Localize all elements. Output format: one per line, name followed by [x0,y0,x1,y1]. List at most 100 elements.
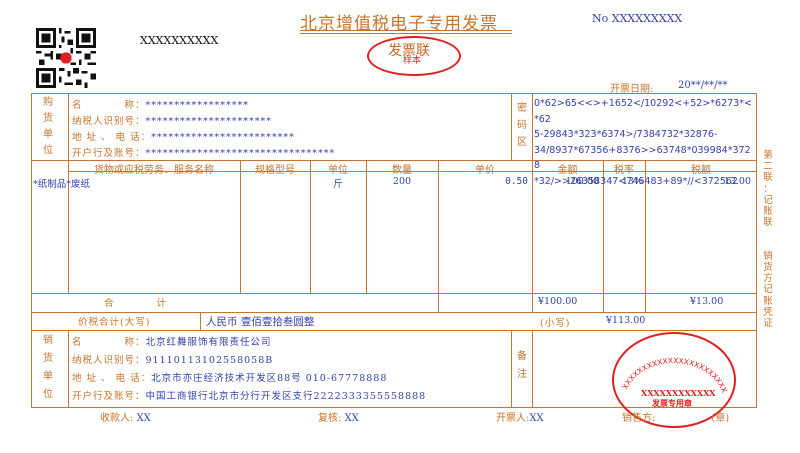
drawer-label: 开票人: [496,413,530,424]
qr-code-icon [36,28,96,88]
item-name: *纸制品*废纸 [33,179,91,190]
date-value: 20**/**/** [678,80,728,91]
col-header-unit: 单位 [328,165,348,176]
invoice-number: No XXXXXXXXX [592,12,682,25]
drawer-value: XX [529,413,544,424]
seller-name-label: 名 称： [72,337,146,348]
cipher-side-label: 密 码 区 [512,100,532,151]
total-amount: ¥100.00 [538,296,578,307]
remarks-side-char: 备 [517,351,527,362]
copy-side-char: 记 [763,194,773,206]
reviewer-value: XX [344,413,359,424]
payee-value: XX [136,413,151,424]
copy-side-char: 账 [763,206,773,218]
divider-total-label [200,312,201,330]
buyer-side-char: 货 [43,113,53,124]
title-underline-2 [300,33,512,34]
cipher-side-char: 码 [517,120,527,131]
divider-col-spec [240,160,241,293]
seller-address-label: 地 址 、 电 话： [72,373,152,384]
seller-side-char: 单 [43,371,53,382]
copy-side-char [761,240,775,251]
grand-total-small-value: ¥113.00 [606,315,646,326]
seller-bank-label: 开户行及账号： [72,391,146,402]
seller-bank-value: 中国工商银行北京市分行开发区支行2222333355558888 [145,391,427,402]
cipher-side-char: 密 [517,103,527,114]
copy-side-note: 第 二 联 ： 记 账 联 销 货 方 记 账 凭 证 [761,150,775,329]
divider-remarks-right [532,330,533,408]
copy-side-char: 销 [763,250,773,262]
copy-side-char: 联 [763,217,773,229]
buyer-side-char: 单 [43,129,53,140]
copy-side-char: 证 [763,318,773,330]
grand-total-label: 价税合计(大写) [78,317,151,328]
buyer-taxid-value: ********************** [145,116,273,127]
title-underline [300,30,512,31]
seal-code: XXXXXXXXXXXX [641,388,716,398]
item-price: 0.50 [505,176,528,187]
payee-label: 收款人: [100,413,134,424]
seller-side-label: 销 货 单 位 [38,332,58,404]
item-amount: 100.00 [565,176,599,187]
item-unit: 斤 [333,179,343,190]
cipher-line: 5-29843*323*6374>/7384732*32876- [534,129,718,140]
remarks-side-label: 备 注 [512,348,532,384]
invoice-number-value: XXXXXXXXX [611,12,683,25]
copy-side-char: 二 [763,161,773,173]
col-header-amount: 金额 [557,165,578,176]
buyer-side-char: 位 [43,145,53,156]
copy-side-char: 方 [763,273,773,285]
copy-side-char: 货 [763,262,773,274]
divider-items [31,312,757,313]
grand-total-upper: 人民币 壹佰壹拾叁圆整 [206,316,315,328]
buyer-name-label: 名 称： [72,100,146,111]
seller-side-char: 货 [43,353,53,364]
seller-seal-suffix: (章) [711,413,730,424]
divider-buyer-side [68,93,69,160]
copy-side-char: 联 [763,172,773,184]
buyer-name-value: ****************** [145,100,250,111]
col-header-spec: 规格型号 [255,165,295,176]
seller-address-value: 北京市亦庄经济技术开发区88号 010-67778888 [151,373,388,384]
invoice-number-label: No [592,12,609,25]
buyer-address-label: 地 址 、 电 话： [72,132,152,143]
divider-cipher-right [532,93,533,160]
divider-total [31,330,757,331]
col-header-rate: 税率 [614,165,634,176]
divider-seller-side [68,330,69,408]
seal-name: 发票专用章 [652,398,692,408]
item-qty: 200 [392,176,412,187]
total-label: 合 计 [104,298,168,309]
buyer-bank-value: ********************************* [145,148,336,159]
copy-side-char [761,228,775,239]
buyer-side-label: 购 货 单 位 [38,95,58,159]
invoice-code: XXXXXXXXXX [140,34,219,47]
cipher-line: 0*62>65<<>+1652</10292<+52>*6273*<*62 [534,98,752,125]
reviewer-label: 复核: [318,413,342,424]
seller-side-char: 位 [43,389,53,400]
sample-mark: 样本 [403,56,422,66]
buyer-side-char: 购 [43,97,53,108]
seller-taxid-label: 纳税人识别号： [72,355,146,366]
total-tax: ¥13.00 [690,296,724,307]
divider-sum [31,293,757,294]
col-header-name: 货物或应税劳务、服务名称 [94,165,214,176]
copy-side-char: 记 [763,284,773,296]
remarks-side-char: 注 [517,369,527,380]
cipher-side-char: 区 [517,137,527,148]
col-header-price: 单价 [475,165,495,176]
copy-side-char: 账 [763,295,773,307]
grand-total-small-label: (小写) [540,318,571,329]
seller-taxid-value: 91110113102558058B [145,355,274,366]
col-header-tax: 税额 [691,165,711,176]
buyer-taxid-label: 纳税人识别号： [72,116,146,127]
seller-name-value: 北京红舞服饰有限责任公司 [145,337,272,348]
copy-side-char: 凭 [763,306,773,318]
seller-seal-label: 销售方: [622,413,656,424]
buyer-bank-label: 开户行及账号： [72,148,146,159]
item-rate: 13% [621,176,643,187]
buyer-address-value: ************************* [151,132,295,143]
copy-side-char: ： [763,183,773,195]
col-header-qty: 数量 [392,165,412,176]
seller-side-char: 销 [43,335,53,346]
